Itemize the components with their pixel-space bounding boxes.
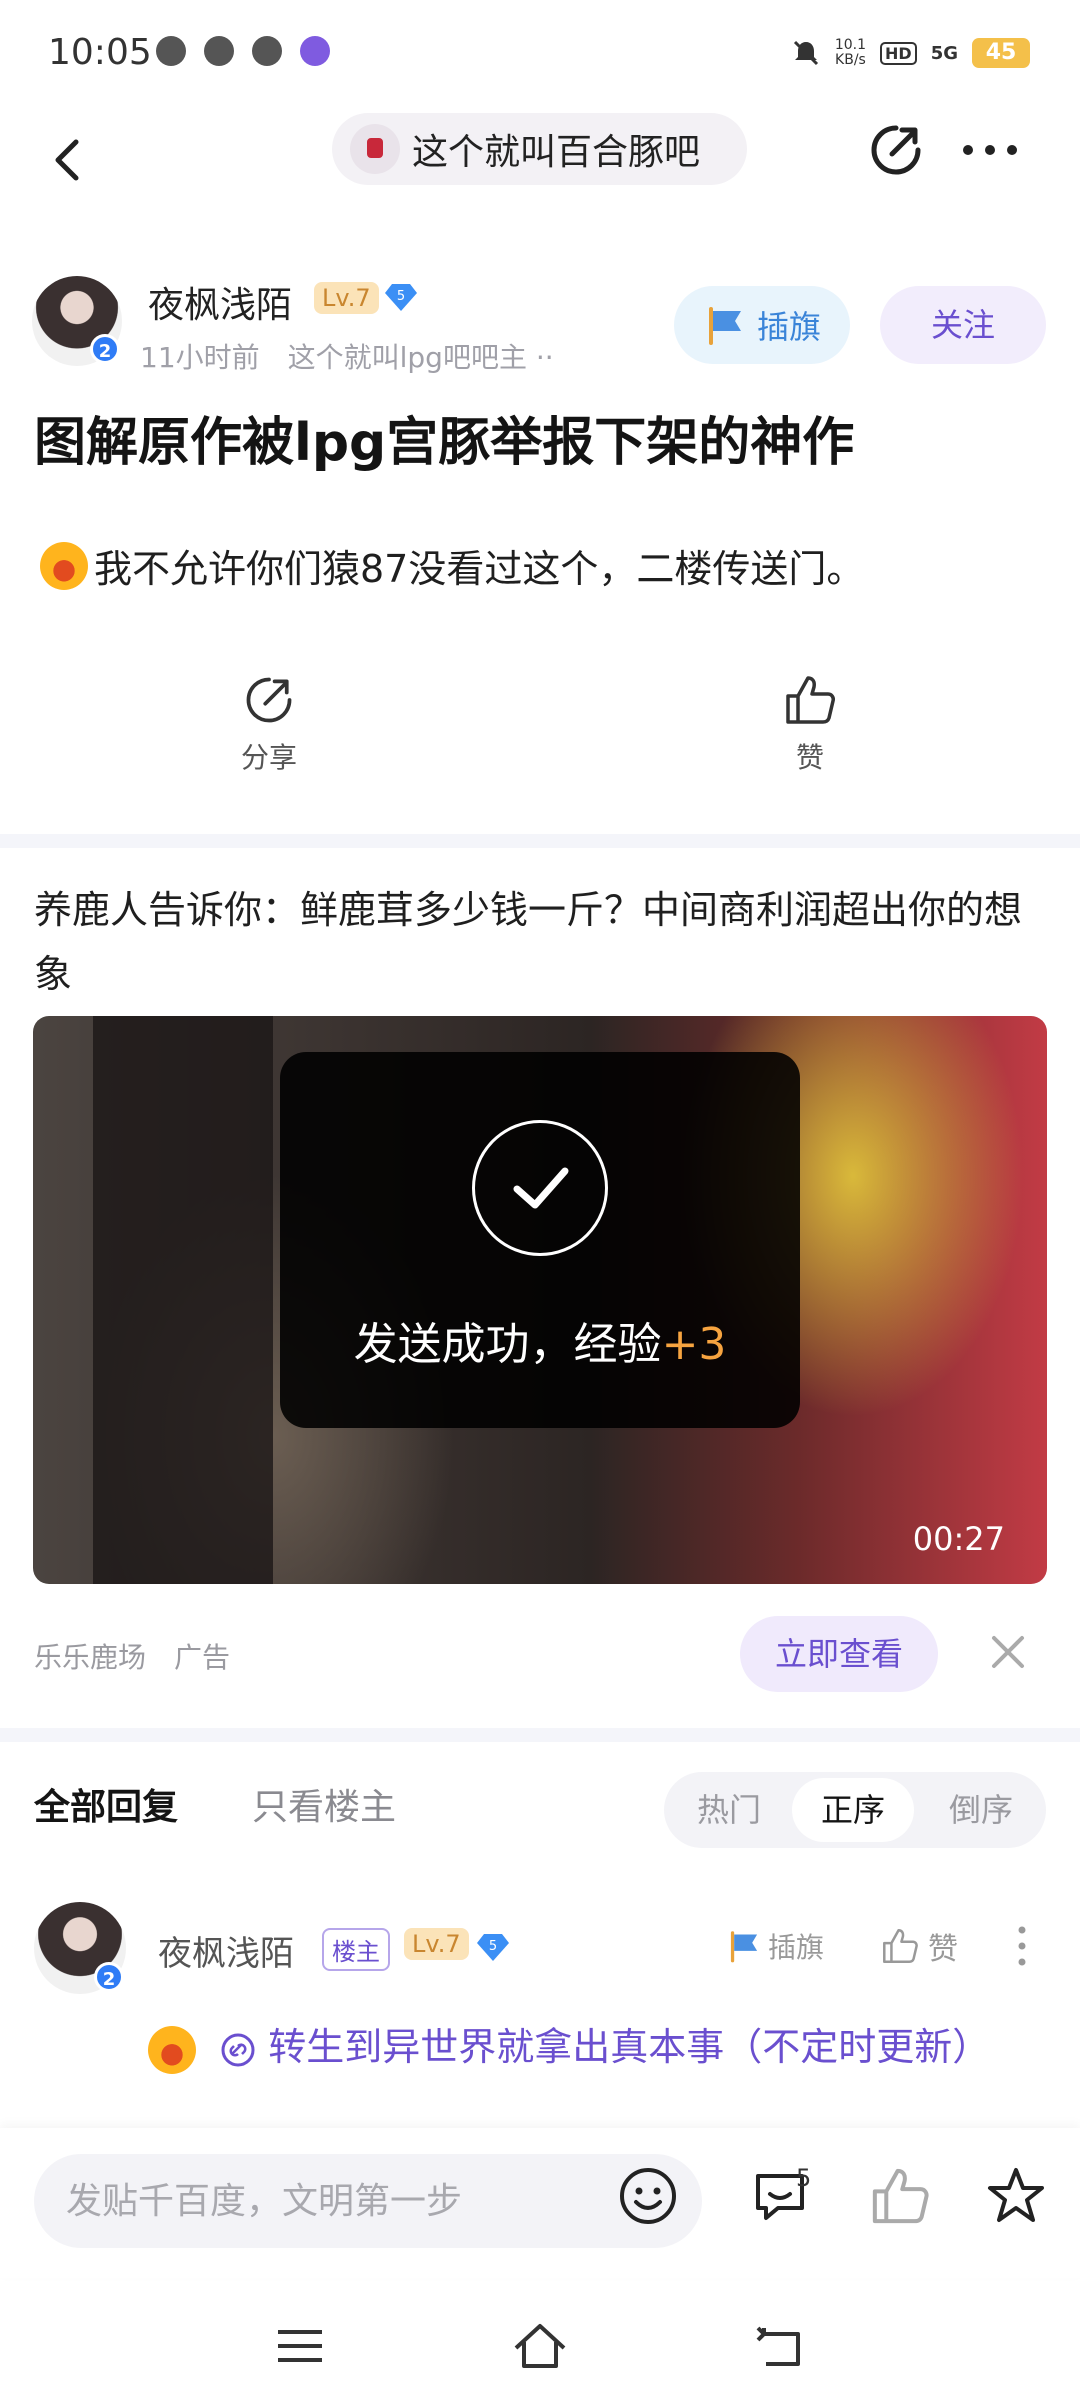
thumb-up-icon xyxy=(786,676,835,724)
op-tag: 楼主 xyxy=(322,1928,390,1971)
home-icon[interactable] xyxy=(512,2318,568,2374)
forum-pill[interactable]: 这个就叫百合豚吧 xyxy=(332,113,747,185)
reply-content[interactable]: 转生到异世界就拿出真本事（不定时更新） xyxy=(148,2014,1008,2080)
avatar-level-badge: 2 xyxy=(90,334,120,364)
flag-button[interactable]: 插旗 xyxy=(674,286,850,364)
system-navigation xyxy=(0,2290,1080,2400)
sort-toggle: 热门 正序 倒序 xyxy=(664,1772,1046,1848)
share-label: 分享 xyxy=(240,741,297,774)
reply-count: 5 xyxy=(796,2164,812,2192)
toast-exp: +3 xyxy=(661,1319,727,1370)
signal-indicator: 5G xyxy=(930,42,958,64)
comment-input[interactable] xyxy=(34,2154,702,2248)
ad-source: 乐乐鹿场 广告 xyxy=(34,1641,231,1674)
forum-name: 这个就叫百合豚吧 xyxy=(412,132,701,173)
reply-like-button[interactable]: 赞 xyxy=(880,1924,958,1968)
success-toast: 发送成功，经验+3 xyxy=(280,1052,800,1428)
mute-icon xyxy=(793,40,818,66)
bottom-action-bar: 5 xyxy=(0,2128,1080,2278)
hd-badge: HD xyxy=(880,41,917,65)
message-notification-icon xyxy=(156,36,186,66)
tab-all-replies[interactable]: 全部回复 xyxy=(34,1778,178,1830)
forum-logo xyxy=(350,124,400,174)
follow-button[interactable]: 关注 xyxy=(880,286,1046,364)
gem-badge-icon: 5 xyxy=(477,1934,509,1961)
reply-more-icon[interactable] xyxy=(1012,1924,1032,1968)
post-body: 我不允许你们猿87没看过这个，二楼传送门。 xyxy=(40,538,864,593)
section-divider xyxy=(0,834,1080,848)
network-speed: 10.1 KB/s xyxy=(834,37,867,68)
like-label: 赞 xyxy=(795,741,824,774)
video-frame xyxy=(93,1016,273,1584)
status-indicators: 10.1 KB/s HD 5G 45 xyxy=(791,36,1030,70)
reply-flag-button[interactable]: 插旗 xyxy=(726,1926,824,1966)
flag-icon xyxy=(730,1931,758,1963)
svg-text:5: 5 xyxy=(489,1939,497,1954)
star-icon[interactable] xyxy=(984,2164,1048,2228)
ad-view-button[interactable]: 立即查看 xyxy=(740,1616,938,1692)
ad-tag: 广告 xyxy=(174,1641,231,1674)
return-icon[interactable] xyxy=(752,2318,808,2374)
speed-notification-icon xyxy=(252,36,282,66)
close-icon[interactable] xyxy=(988,1632,1028,1672)
status-time: 10:05 xyxy=(48,32,152,73)
post-time-forum: 11小时前 这个就叫lpg吧吧主 ·· xyxy=(140,341,554,374)
tab-op-only[interactable]: 只看楼主 xyxy=(252,1778,396,1830)
battery-indicator: 45 xyxy=(972,38,1030,68)
thumb-up-icon xyxy=(883,1929,918,1963)
sort-ascending[interactable]: 正序 xyxy=(792,1778,914,1842)
reply-avatar-level-badge: 2 xyxy=(94,1962,124,1992)
reply-author-name[interactable]: 夜枫浅陌 xyxy=(158,1926,294,1975)
laugh-emoji-icon xyxy=(40,541,88,590)
share-icon xyxy=(246,677,292,723)
top-navigation: 这个就叫百合豚吧 xyxy=(0,110,1080,240)
reply-flag-label: 插旗 xyxy=(768,1931,825,1964)
back-icon[interactable] xyxy=(40,130,100,190)
like-action[interactable]: 赞 xyxy=(772,672,848,776)
tieba-notification-icon xyxy=(300,36,330,66)
gem-badge-icon: 5 xyxy=(385,284,417,311)
level-badge: Lv.7 xyxy=(314,282,379,314)
laugh-emoji-icon xyxy=(148,2025,196,2074)
ad-title[interactable]: 养鹿人告诉你：鲜鹿茸多少钱一斤？中间商利润超出你的想象 xyxy=(34,878,1054,1006)
share-action[interactable]: 分享 xyxy=(228,672,310,776)
post-body-text: 我不允许你们猿87没看过这个，二楼传送门。 xyxy=(94,547,865,591)
thumb-up-icon[interactable] xyxy=(868,2164,932,2228)
section-divider xyxy=(0,1728,1080,1742)
reply-link-text[interactable]: 转生到异世界就拿出真本事（不定时更新） xyxy=(268,2025,990,2069)
more-icon[interactable] xyxy=(960,140,1020,160)
check-icon xyxy=(472,1120,608,1256)
flag-icon xyxy=(708,307,741,345)
sort-hot[interactable]: 热门 xyxy=(674,1778,784,1842)
author-name[interactable]: 夜枫浅陌 xyxy=(148,276,292,328)
wechat-notification-icon xyxy=(204,36,234,66)
reply-level-badge: Lv.7 xyxy=(404,1928,469,1960)
share-icon[interactable] xyxy=(866,120,926,180)
sort-descending[interactable]: 倒序 xyxy=(926,1778,1036,1842)
status-bar: 10:05 10.1 KB/s HD 5G 45 xyxy=(0,0,1080,110)
flag-label: 插旗 xyxy=(756,308,821,346)
post-title: 图解原作被lpg宫豚举报下架的神作 xyxy=(34,413,855,473)
toast-message: 发送成功，经验+3 xyxy=(353,1319,727,1370)
reply-like-label: 赞 xyxy=(928,1932,958,1967)
link-icon xyxy=(221,2033,255,2066)
menu-icon[interactable] xyxy=(272,2318,328,2374)
video-duration: 00:27 xyxy=(912,1520,1005,1558)
emoji-icon[interactable] xyxy=(616,2164,680,2228)
svg-text:5: 5 xyxy=(397,289,405,304)
